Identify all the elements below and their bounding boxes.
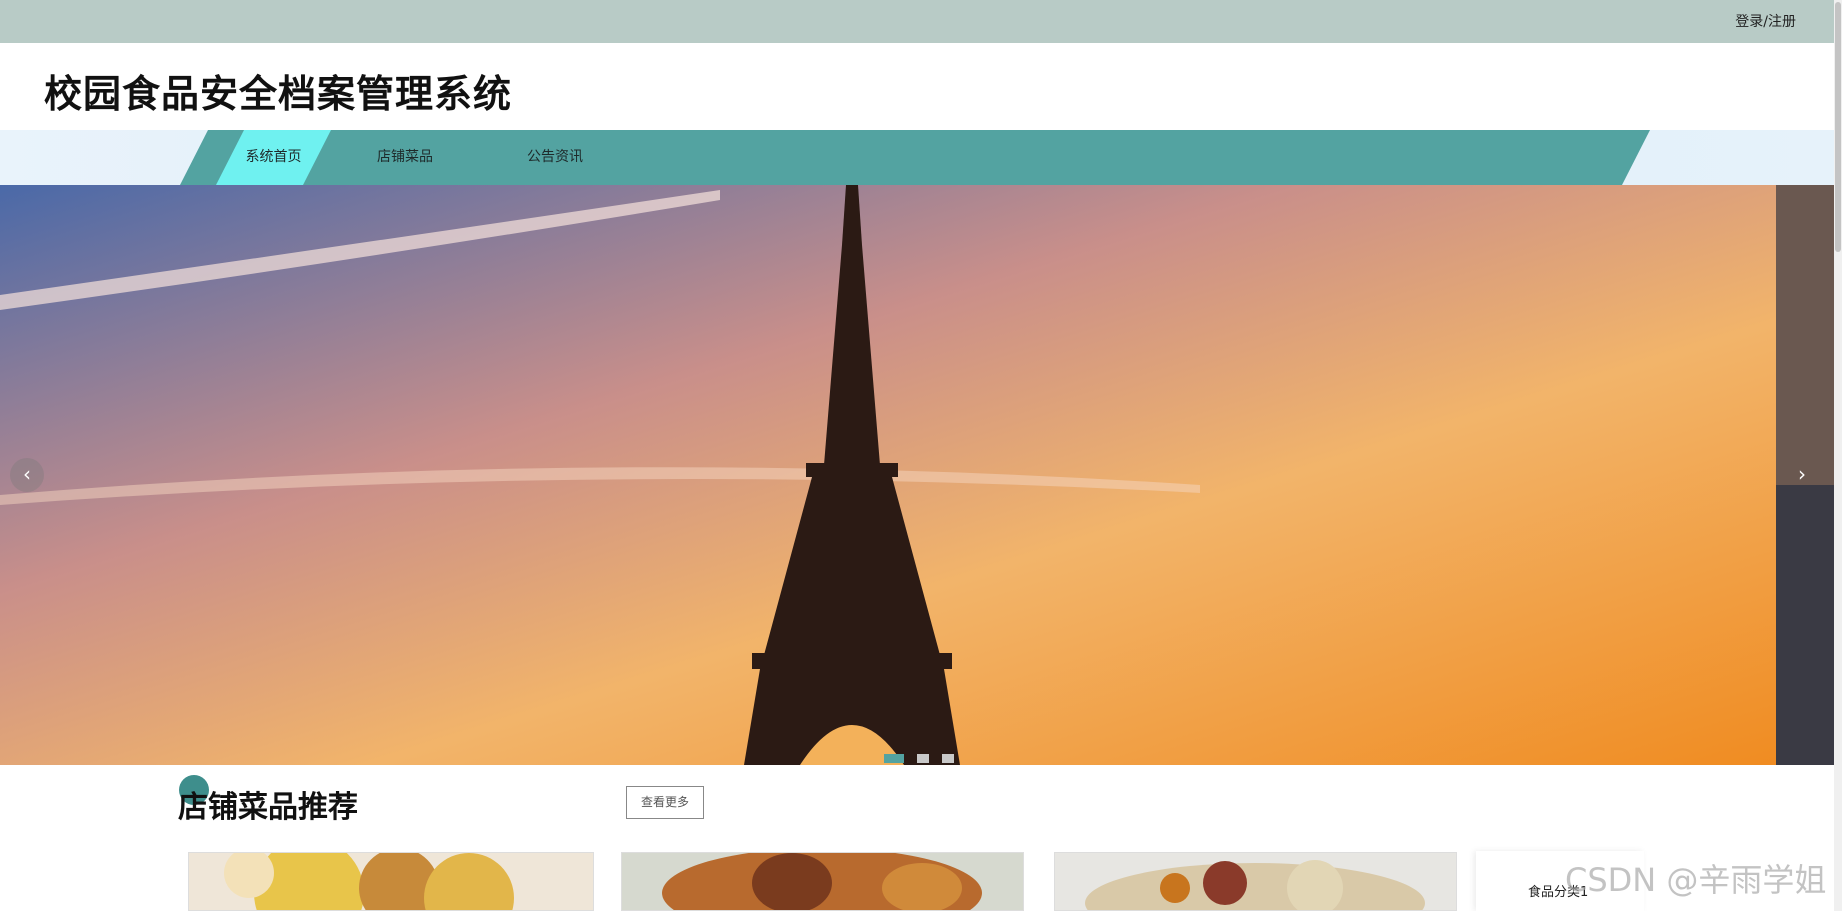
dish-card[interactable] <box>188 852 594 911</box>
nav-item-news[interactable]: 公告资讯 <box>510 130 600 185</box>
site-header: 校园食品安全档案管理系统 <box>0 43 1842 130</box>
dish-image <box>1055 853 1456 910</box>
carousel-dot[interactable] <box>917 754 930 763</box>
site-title: 校园食品安全档案管理系统 <box>44 72 513 116</box>
carousel-dot[interactable] <box>942 754 955 763</box>
carousel-next-button[interactable]: › <box>1785 458 1819 492</box>
carousel-indicators <box>884 748 962 765</box>
top-bar: 登录/注册 <box>0 0 1842 43</box>
scrollbar-thumb[interactable] <box>1835 2 1841 252</box>
main-nav: 系统首页 店铺菜品 公告资讯 <box>0 130 1842 185</box>
dish-image <box>622 853 1023 910</box>
nav-item-dishes[interactable]: 店铺菜品 <box>360 130 450 185</box>
page-scrollbar[interactable] <box>1834 0 1842 911</box>
view-more-button[interactable]: 查看更多 <box>626 786 704 819</box>
banner-carousel[interactable]: ‹ › <box>0 185 1842 765</box>
chevron-left-icon: ‹ <box>23 462 31 486</box>
dish-card[interactable] <box>1054 852 1457 911</box>
login-register-link[interactable]: 登录/注册 <box>1735 11 1796 31</box>
carousel-dot[interactable] <box>884 754 904 763</box>
recommend-section-header: 店铺菜品推荐 查看更多 <box>0 765 1842 855</box>
banner-image <box>0 185 1842 765</box>
chevron-right-icon: › <box>1798 462 1806 486</box>
dish-image <box>189 853 593 910</box>
dish-card[interactable] <box>621 852 1024 911</box>
carousel-prev-button[interactable]: ‹ <box>10 458 44 492</box>
section-title: 店铺菜品推荐 <box>178 790 358 825</box>
watermark-text: CSDN @辛雨学姐 <box>1565 861 1827 899</box>
